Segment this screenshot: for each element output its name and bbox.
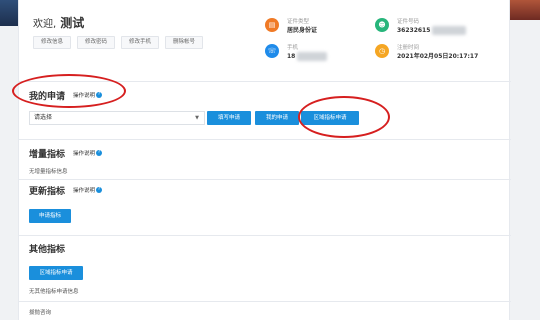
incremental-quota-empty: 无增量指标信息 xyxy=(29,169,68,175)
renewal-quota-section: 更新指标 操作说明? 申请指标 xyxy=(19,180,511,236)
background-banner-left xyxy=(0,0,18,26)
application-type-select[interactable]: 请选择 ▼ xyxy=(29,111,205,125)
redaction-blur xyxy=(297,52,328,61)
incremental-quota-help[interactable]: 操作说明? xyxy=(73,149,103,157)
fill-application-button[interactable]: 填写申请 xyxy=(207,111,251,125)
id-card-icon: ▤ xyxy=(265,18,279,32)
welcome-prefix: 欢迎, xyxy=(33,19,57,30)
phone-info: ☏ 手机 18 xyxy=(265,44,328,61)
my-application-button[interactable]: 我的申请 xyxy=(255,111,299,125)
chevron-down-icon: ▼ xyxy=(195,115,199,121)
phone-icon: ☏ xyxy=(265,44,279,58)
cert-type-label: 证件类型 xyxy=(287,19,310,25)
select-value: 请选择 xyxy=(34,114,53,121)
help-label: 操作说明 xyxy=(73,151,96,157)
id-number-icon: ☻ xyxy=(375,18,389,32)
clock-icon: ◷ xyxy=(375,44,389,58)
background-right-edge xyxy=(510,0,540,320)
cert-type-value: 居民身份证 xyxy=(287,27,318,34)
cert-number-info: ☻ 证件号码 36232615 xyxy=(375,18,467,35)
account-actions: 修改信息 修改密码 修改手机 删除帐号 xyxy=(33,36,203,49)
help-label: 操作说明 xyxy=(73,188,96,194)
help-icon: ? xyxy=(96,187,103,193)
redaction-blur xyxy=(432,26,467,35)
cert-number-value: 36232615 xyxy=(397,26,467,35)
edit-info-button[interactable]: 修改信息 xyxy=(33,36,71,49)
phone-value: 18 xyxy=(287,52,328,61)
phone-visible: 18 xyxy=(287,53,296,60)
renewal-quota-title: 更新指标 xyxy=(29,187,66,197)
register-time-label: 注册时间 xyxy=(397,45,420,51)
bottom-section: 拔抛咨询 xyxy=(19,302,511,320)
bottom-section-title: 拔抛咨询 xyxy=(29,310,52,316)
renewal-quota-help[interactable]: 操作说明? xyxy=(73,186,103,194)
cert-type-info: ▤ 证件类型 居民身份证 xyxy=(265,18,317,35)
register-time-info: ◷ 注册时间 2021年02月05日20:17:17 xyxy=(375,44,478,61)
other-quota-title: 其他指标 xyxy=(29,245,66,255)
annotation-ellipse-my-application xyxy=(12,74,126,108)
change-phone-button[interactable]: 修改手机 xyxy=(121,36,159,49)
background-left-edge xyxy=(0,0,18,320)
cert-number-label: 证件号码 xyxy=(397,19,420,25)
cert-number-visible: 36232615 xyxy=(397,27,431,34)
register-time-value: 2021年02月05日20:17:17 xyxy=(397,53,479,60)
phone-label: 手机 xyxy=(287,45,299,51)
user-name: 测试 xyxy=(60,16,85,30)
user-center-panel: 欢迎, 测试 修改信息 修改密码 修改手机 删除帐号 ▤ 证件类型 居民身份证 ☻… xyxy=(18,0,511,320)
help-icon: ? xyxy=(96,150,103,156)
annotation-ellipse-regional-button xyxy=(298,96,390,138)
account-header: 欢迎, 测试 修改信息 修改密码 修改手机 删除帐号 ▤ 证件类型 居民身份证 ☻… xyxy=(19,0,511,82)
other-quota-empty: 无其他指标申请信息 xyxy=(29,289,79,295)
other-quota-section: 其他指标 区域指标申请 无其他指标申请信息 xyxy=(19,236,511,302)
apply-quota-button[interactable]: 申请指标 xyxy=(29,209,71,223)
delete-account-button[interactable]: 删除帐号 xyxy=(165,36,203,49)
regional-quota-apply-button[interactable]: 区域指标申请 xyxy=(29,266,83,280)
incremental-quota-section: 增量指标 操作说明? 无增量指标信息 xyxy=(19,140,511,180)
welcome-text: 欢迎, 测试 xyxy=(33,14,84,31)
background-banner-right xyxy=(510,0,540,20)
change-password-button[interactable]: 修改密码 xyxy=(77,36,115,49)
incremental-quota-title: 增量指标 xyxy=(29,150,66,160)
